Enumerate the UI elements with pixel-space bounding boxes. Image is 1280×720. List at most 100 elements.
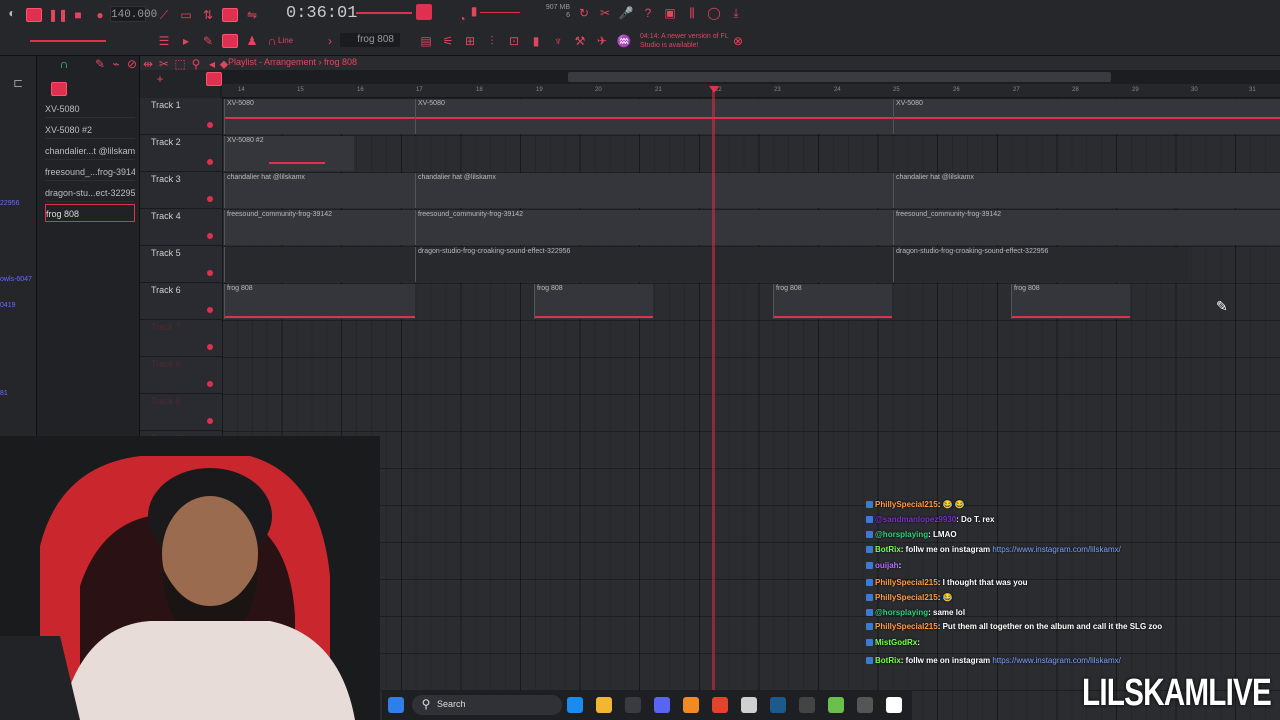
browser-item[interactable]: 0419	[0, 302, 16, 309]
loop-record-button[interactable]	[222, 8, 238, 22]
chat-username[interactable]: PhillySpecial215	[875, 622, 938, 631]
delete-tool-icon[interactable]: ⊘	[124, 57, 140, 71]
master-volume-slider[interactable]	[356, 12, 412, 14]
pattern-arrow-icon[interactable]: ›	[322, 34, 338, 48]
chat-username[interactable]: PhillySpecial215	[875, 593, 938, 602]
track-active-led[interactable]	[207, 270, 213, 276]
chat-username[interactable]: PhillySpecial215	[875, 578, 938, 587]
track-header[interactable]: Track 1	[140, 98, 222, 135]
help-icon[interactable]: ?	[640, 6, 656, 20]
audio-clip[interactable]	[224, 247, 415, 282]
cut-icon[interactable]: ✂	[597, 6, 613, 20]
add-track-icon[interactable]: +	[152, 72, 168, 86]
track-active-led[interactable]	[207, 122, 213, 128]
stop-icon[interactable]: ■	[70, 8, 86, 22]
chat-username[interactable]: BotRix	[875, 656, 901, 665]
launcher-icon[interactable]	[828, 697, 844, 713]
playlist-icon[interactable]: ☰	[156, 34, 172, 48]
track-header[interactable]: Track 2	[140, 135, 222, 172]
track-header[interactable]: Track 5	[140, 246, 222, 283]
chat-username[interactable]: @horsplaying	[875, 530, 928, 539]
browser-item[interactable]: 22956	[0, 200, 19, 207]
snap-button[interactable]	[222, 34, 238, 48]
chat-link[interactable]: https://www.instagram.com/lilskamx/	[992, 656, 1120, 665]
track-active-led[interactable]	[207, 196, 213, 202]
draw-tool-icon[interactable]: ✎	[92, 57, 108, 71]
audio-clip[interactable]: XV-5080	[893, 99, 1280, 134]
track-active-led[interactable]	[207, 233, 213, 239]
track-header[interactable]: Track 3	[140, 172, 222, 209]
script-icon[interactable]: ✈	[594, 34, 610, 48]
track-active-led[interactable]	[207, 381, 213, 387]
paint-tool-icon[interactable]: ⌁	[108, 57, 124, 71]
track-header[interactable]: Track 8	[140, 357, 222, 394]
audio-clip[interactable]: chandalier hat @lilskamx	[415, 173, 893, 208]
chat-username[interactable]: BotRix	[875, 545, 901, 554]
channel-rack-icon[interactable]: ▤	[418, 34, 434, 48]
picker-item[interactable]: freesound_...frog-39142	[45, 163, 135, 181]
track-header[interactable]: Track 6	[140, 283, 222, 320]
browser-icon[interactable]: ⊞	[462, 34, 478, 48]
chat-username[interactable]: MistGodRx	[875, 638, 917, 647]
windows-start-icon[interactable]	[388, 697, 404, 713]
obs-icon[interactable]	[741, 697, 757, 713]
playhead-marker[interactable]	[709, 86, 719, 93]
audio-clip[interactable]: XV-5080	[415, 99, 893, 134]
folder-icon[interactable]: ⊏	[10, 76, 26, 90]
playhead[interactable]	[712, 86, 715, 720]
chat-username[interactable]: PhillySpecial215	[875, 500, 938, 509]
horizontal-scrollbar[interactable]	[568, 72, 1111, 82]
picker-toggle-button[interactable]	[51, 82, 67, 96]
plugin-icon[interactable]: ⊡	[506, 34, 522, 48]
discord-icon[interactable]	[654, 697, 670, 713]
blend-icon[interactable]: ⇋	[244, 8, 260, 22]
picker-item[interactable]: chandalier...t @lilskamx	[45, 142, 135, 160]
audio-clip[interactable]: frog 808	[773, 284, 892, 319]
app-icon[interactable]	[799, 697, 815, 713]
chat-icon[interactable]: ◯	[706, 6, 722, 20]
capcut-icon[interactable]	[886, 697, 902, 713]
note-icon[interactable]: ♒	[616, 34, 632, 48]
track-header[interactable]: Track 9	[140, 394, 222, 431]
brave-icon[interactable]	[712, 697, 728, 713]
track-active-led[interactable]	[207, 418, 213, 424]
stamp-icon[interactable]: ♟	[244, 34, 260, 48]
fl-logo-icon[interactable]: ◐	[4, 6, 20, 20]
chat-username[interactable]: ouijah	[875, 561, 899, 570]
audio-clip[interactable]: freesound_community-frog-39142	[224, 210, 415, 245]
select-tool-icon[interactable]: ⬚	[172, 57, 188, 71]
browser-item[interactable]: 81	[0, 390, 8, 397]
audio-clip[interactable]: XV-5080 #2	[224, 136, 354, 171]
4k-app-icon[interactable]	[857, 697, 873, 713]
update-notice[interactable]: 04:14: A newer version of FL Studio is a…	[640, 32, 732, 50]
track-header[interactable]: Track 7	[140, 320, 222, 357]
master-pitch-knob[interactable]	[416, 4, 432, 20]
countdown-icon[interactable]: ⇅	[200, 8, 216, 22]
track-active-led[interactable]	[207, 344, 213, 350]
track-header[interactable]: Track 4	[140, 209, 222, 246]
zoom-tool-icon[interactable]: ⚲	[188, 57, 204, 71]
piano-roll-icon[interactable]: ⚟	[440, 34, 456, 48]
tempo-tap-icon[interactable]: ♆	[550, 34, 566, 48]
audio-clip[interactable]: dragon-studio-frog-croaking-sound-effect…	[415, 247, 893, 282]
pattern-selector[interactable]: frog 808	[340, 33, 400, 47]
mute-tool-icon[interactable]: ⇹	[140, 57, 156, 71]
marker-button[interactable]	[206, 72, 222, 86]
picker-item[interactable]: XV-5080 #2	[45, 121, 135, 139]
edison-icon[interactable]: ⚒	[572, 34, 588, 48]
project-icon[interactable]: ▮	[528, 34, 544, 48]
timeline-ruler[interactable]: 14 15 16 17 18 19 20 21 22 23 24 25 26 2…	[222, 84, 1280, 98]
fl-studio-icon[interactable]	[683, 697, 699, 713]
mixer-view-icon[interactable]: ⫶	[484, 34, 500, 48]
position-slider[interactable]	[30, 40, 106, 42]
picker-item[interactable]: XV-5080	[45, 100, 135, 118]
pencil-icon[interactable]: ✎	[200, 34, 216, 48]
chat-username[interactable]: @sandmanlopez9930	[875, 515, 956, 524]
picker-item-selected[interactable]: frog 808	[45, 204, 135, 222]
close-notice-icon[interactable]: ⊗	[730, 34, 746, 48]
metronome-icon[interactable]: ⟋	[156, 8, 172, 22]
audio-clip[interactable]: frog 808	[224, 284, 415, 319]
song-time-display[interactable]: 0:36:01	[286, 3, 357, 25]
record-icon[interactable]: ●	[92, 8, 108, 22]
audio-clip[interactable]: frog 808	[1011, 284, 1130, 319]
